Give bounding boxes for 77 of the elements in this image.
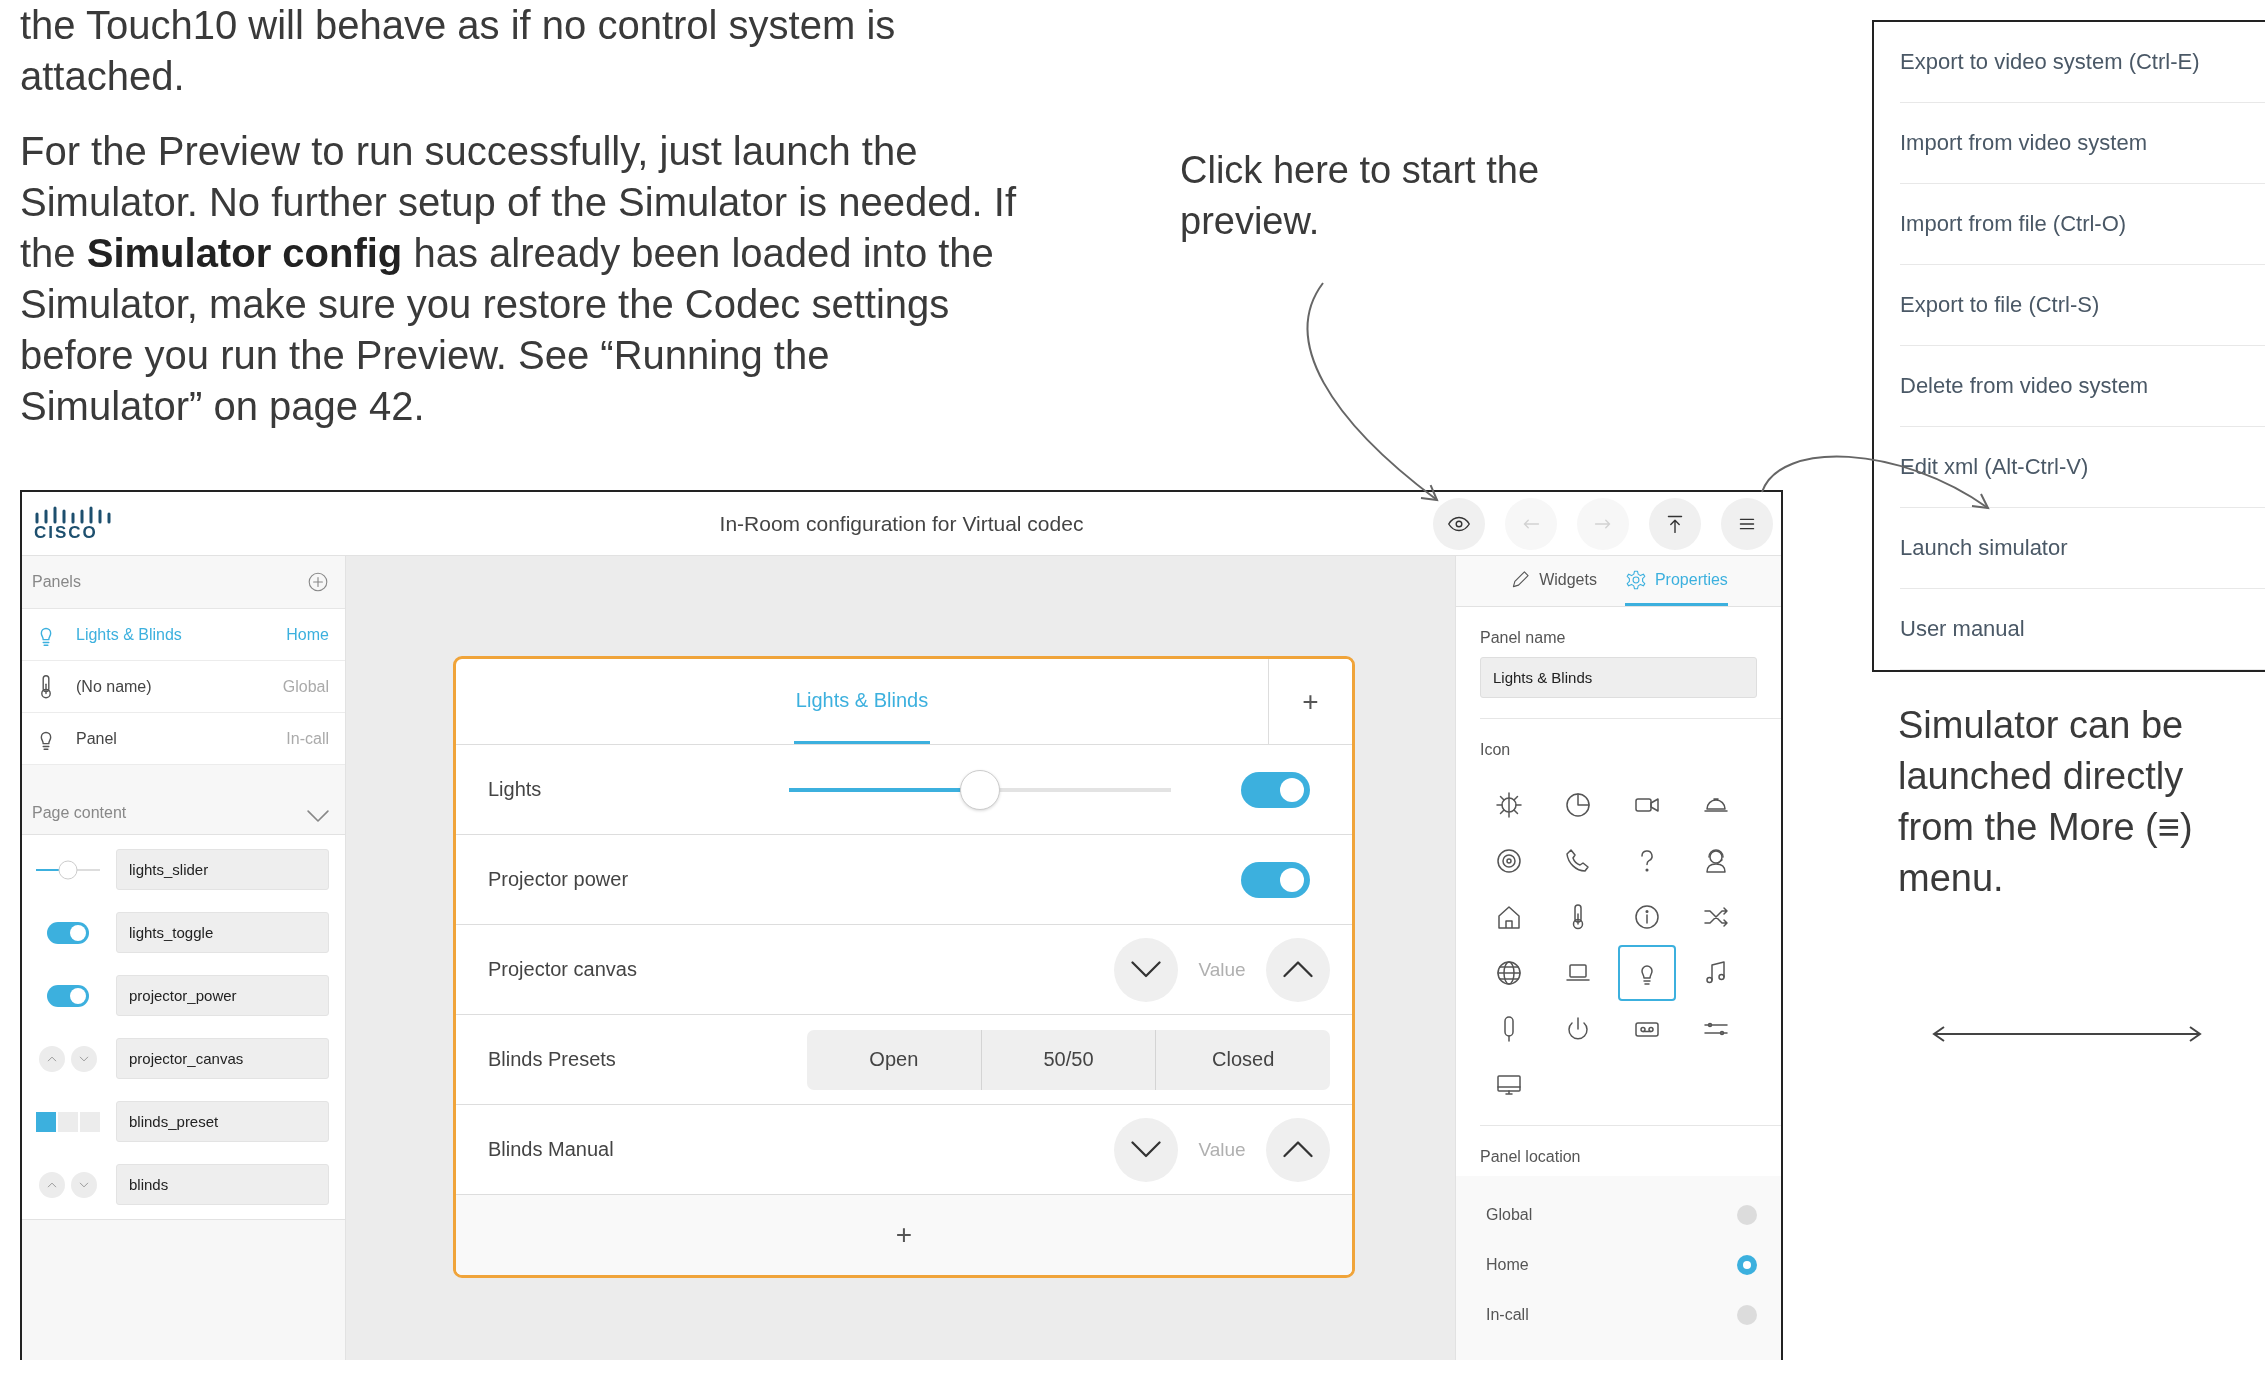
- widget-id-field[interactable]: blinds_preset: [116, 1101, 329, 1142]
- widget-id-field[interactable]: projector_power: [116, 975, 329, 1016]
- row-label: Projector power: [488, 868, 630, 891]
- widget-id-field[interactable]: blinds: [116, 1164, 329, 1205]
- menu-item[interactable]: Export to file (Ctrl-S): [1900, 292, 2100, 318]
- add-page-button[interactable]: +: [1268, 659, 1352, 744]
- menu-item[interactable]: Export to video system (Ctrl-E): [1900, 49, 2200, 75]
- toggle-switch[interactable]: [1241, 771, 1310, 808]
- chevron-up-icon: [39, 1045, 65, 1072]
- body-paragraph: the Touch10 will behave as if no control system is attached.: [20, 2, 897, 100]
- chevron-down-icon: [71, 1171, 97, 1198]
- radio-label: Home: [1486, 1256, 1529, 1274]
- window-title: In-Room configuration for Virtual codec: [719, 511, 1084, 536]
- chevron-up-icon: [1283, 961, 1313, 978]
- radio-button[interactable]: [1737, 1305, 1757, 1325]
- toolbar-button[interactable]: [1433, 497, 1485, 550]
- add-circle-icon[interactable]: [307, 571, 329, 593]
- target-icon: [1494, 846, 1524, 876]
- radio-label: In-call: [1486, 1306, 1529, 1324]
- panel-location: Home: [286, 625, 329, 644]
- panel-name-field[interactable]: Lights & Blinds: [1480, 657, 1757, 698]
- menu-item[interactable]: User manual: [1900, 616, 2025, 642]
- radio-label: Global: [1486, 1206, 1533, 1224]
- preset-button[interactable]: Closed: [1156, 1029, 1330, 1090]
- value-text: Value: [1197, 958, 1247, 981]
- chevron-down-icon: [71, 1045, 97, 1072]
- toggle-preview-icon: [47, 984, 89, 1007]
- panel-name: Panel: [76, 729, 118, 748]
- panel-item[interactable]: (No name) Global: [22, 661, 345, 713]
- value-text: Value: [1197, 1138, 1247, 1161]
- globe-icon: [1494, 958, 1524, 988]
- body-paragraph: For the Preview to run successfully, just launch the Simulator. No further setup of the Simulator is needed. If the Simulator config has already been loaded into the Simulator, make sure you restore the Codec settings before you run the Preview. See “Running the Simulator” on page 42.: [20, 128, 1018, 430]
- section-heading: Panels: [32, 573, 81, 591]
- field-label: Panel name: [1479, 628, 1567, 648]
- callout-text: Click here to start the preview.: [1180, 148, 1541, 244]
- button-group-preview-icon: [36, 1111, 100, 1132]
- panel-name: Lights & Blinds: [76, 625, 183, 644]
- radio-button[interactable]: [1737, 1255, 1757, 1275]
- preset-button[interactable]: Open: [807, 1029, 982, 1090]
- chevron-down-icon: [307, 809, 329, 822]
- radio-button[interactable]: [1737, 1205, 1757, 1225]
- note-text: Simulator can be launched directly from the More (≡) menu.: [1898, 703, 2194, 901]
- menu-item[interactable]: Edit xml (Alt-Ctrl-V): [1900, 454, 2089, 480]
- row-label: Blinds Presets: [488, 1048, 617, 1071]
- widget-id-field[interactable]: lights_toggle: [116, 912, 329, 953]
- chevron-down-icon: [1131, 1141, 1161, 1158]
- settings-icon: [1624, 568, 1647, 591]
- sun-icon: [1494, 790, 1524, 820]
- panel-item[interactable]: Panel In-call: [22, 713, 345, 765]
- menu-item[interactable]: Launch simulator: [1900, 535, 2068, 561]
- menu-item[interactable]: Delete from video system: [1900, 373, 2149, 399]
- toggle-switch[interactable]: [1241, 861, 1310, 898]
- panel-name: (No name): [76, 677, 153, 696]
- slider-thumb[interactable]: [960, 769, 1000, 810]
- section-heading: Page content: [32, 804, 127, 822]
- add-row-button[interactable]: +: [456, 1195, 1352, 1275]
- row-label: Projector canvas: [488, 958, 638, 981]
- menu-item[interactable]: Import from video system: [1900, 130, 2147, 156]
- icon-option[interactable]: [1618, 945, 1676, 1001]
- widget-id-field[interactable]: projector_canvas: [116, 1038, 329, 1079]
- toggle-preview-icon: [47, 921, 89, 944]
- field-label: Icon: [1479, 740, 1512, 760]
- field-label: Panel location: [1479, 1147, 1582, 1167]
- row-label: Lights: [488, 778, 543, 801]
- chevron-up-icon: [1283, 1141, 1313, 1158]
- pie-chart-icon: [1563, 790, 1593, 820]
- widget-id-field[interactable]: lights_slider: [116, 849, 329, 890]
- preset-button[interactable]: 50/50: [981, 1029, 1157, 1090]
- logo: CISCO: [34, 505, 114, 542]
- properties-tab[interactable]: Widgets: [1509, 556, 1597, 606]
- panel-location: In-call: [286, 729, 329, 748]
- info-icon: [1632, 902, 1662, 932]
- panel-location: Global: [282, 677, 329, 696]
- menu-item[interactable]: Import from file (Ctrl-O): [1900, 211, 2127, 237]
- chevron-down-icon: [1131, 961, 1161, 978]
- chevron-up-icon: [39, 1171, 65, 1198]
- row-label: Blinds Manual: [488, 1138, 615, 1161]
